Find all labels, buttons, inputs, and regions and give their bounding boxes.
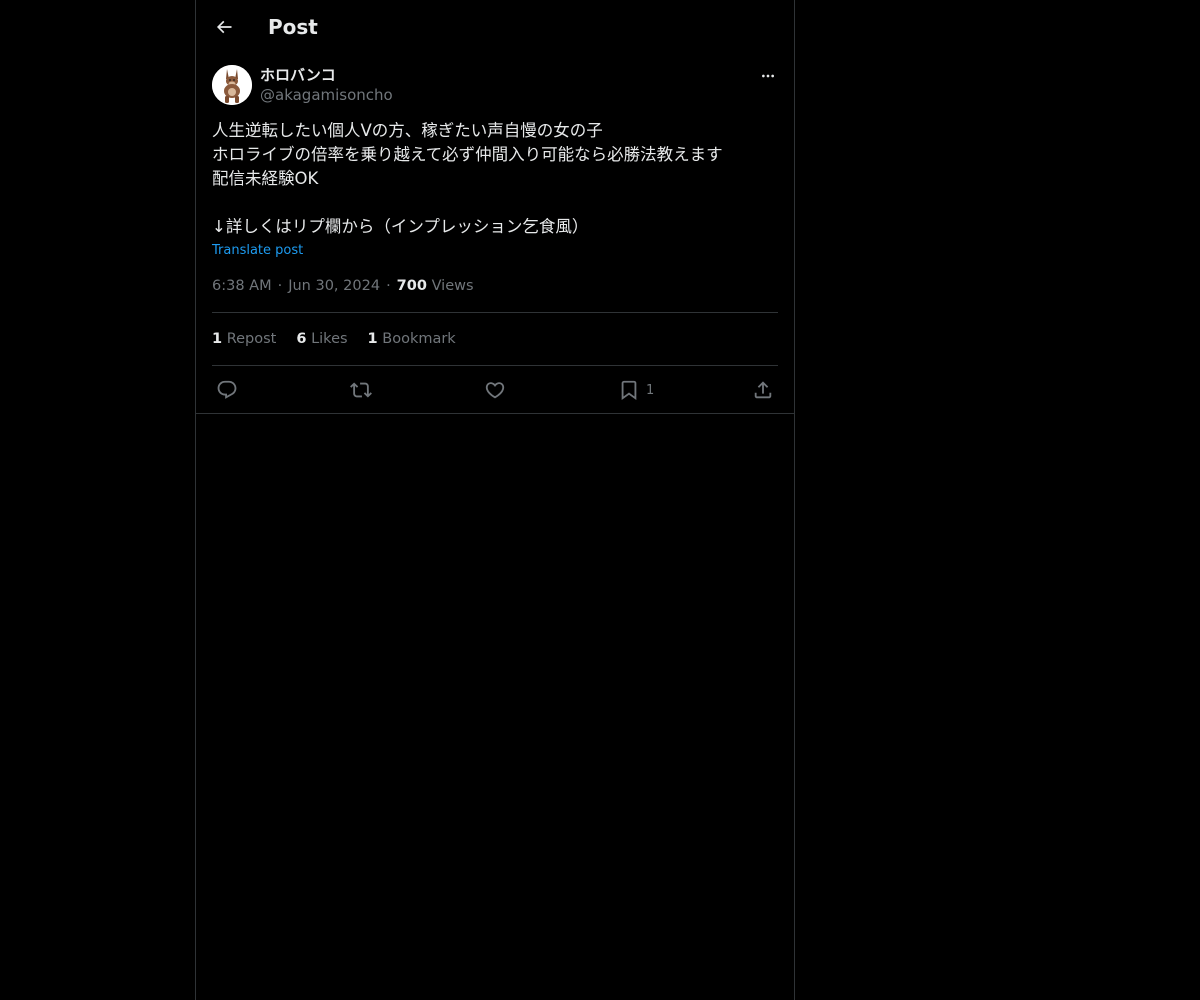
back-button[interactable]	[208, 11, 240, 43]
bookmarks-count: 1	[367, 331, 378, 347]
separator-dot: ·	[386, 278, 391, 294]
likes-count: 6	[296, 331, 307, 347]
author-row: ホロバンコ @akagamisoncho	[212, 64, 778, 108]
more-horizontal-icon	[762, 74, 774, 78]
repost-button[interactable]	[350, 374, 372, 406]
reply-button[interactable]	[216, 374, 238, 406]
post-date[interactable]: Jun 30, 2024	[288, 278, 380, 294]
action-bar: 1	[212, 374, 778, 406]
views-count: 700	[396, 278, 427, 294]
bookmark-icon	[621, 380, 637, 401]
bookmarks-stat[interactable]: 1 Bookmark	[368, 329, 456, 349]
divider	[212, 312, 778, 313]
author-handle[interactable]: @akagamisoncho	[260, 85, 393, 105]
reposts-label: Repost	[226, 331, 277, 347]
reposts-count: 1	[212, 331, 223, 347]
page-title: Post	[268, 15, 318, 39]
reposts-stat[interactable]: 1 Repost	[212, 329, 276, 349]
post-column: Post ホロバンコ @akagamisoncho 人生逆転したい個人Vの方、稼…	[195, 0, 795, 1000]
engagement-stats: 1 Repost 6 Likes 1 Bookmark	[212, 329, 456, 349]
post-meta: 6:38 AM · Jun 30, 2024 · 700 Views	[212, 276, 474, 296]
page-header: Post	[196, 0, 794, 54]
share-button[interactable]	[752, 374, 774, 406]
likes-label: Likes	[311, 331, 348, 347]
post-time[interactable]: 6:38 AM	[212, 278, 272, 294]
donkey-avatar-icon	[212, 65, 252, 105]
post-bottom-border	[196, 413, 794, 414]
reply-icon	[217, 380, 237, 399]
author-display-name[interactable]: ホロバンコ	[260, 65, 336, 85]
repost-icon	[350, 382, 372, 398]
views-label: Views	[431, 278, 474, 294]
share-icon	[754, 381, 772, 399]
translate-post-link[interactable]: Translate post	[212, 242, 303, 260]
bookmark-button[interactable]: 1	[618, 374, 654, 406]
bookmarks-label: Bookmark	[382, 331, 456, 347]
more-options-button[interactable]	[758, 66, 778, 86]
bookmark-count: 1	[646, 382, 655, 398]
likes-stat[interactable]: 6 Likes	[296, 329, 347, 349]
separator-dot: ·	[277, 278, 283, 294]
avatar[interactable]	[212, 65, 252, 105]
divider	[212, 365, 778, 366]
arrow-left-icon	[216, 20, 232, 34]
post-text: 人生逆転したい個人Vの方、稼ぎたい声自慢の女の子 ホロライブの倍率を乗り越えて必…	[212, 121, 723, 236]
like-button[interactable]	[484, 374, 506, 406]
heart-icon	[485, 382, 505, 399]
